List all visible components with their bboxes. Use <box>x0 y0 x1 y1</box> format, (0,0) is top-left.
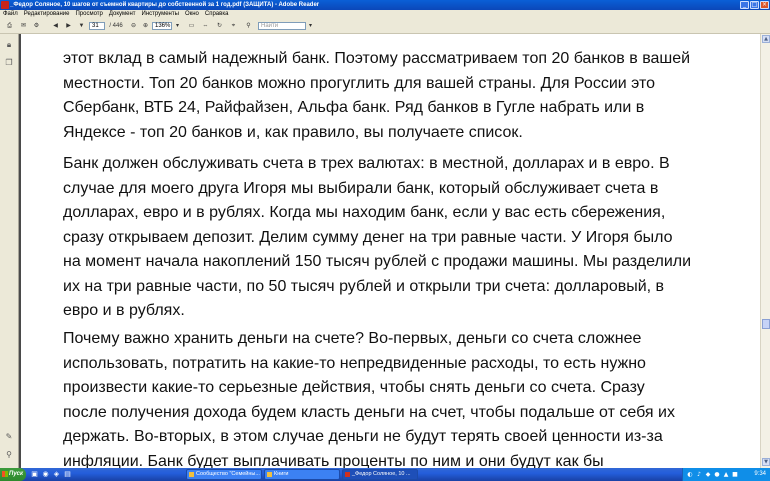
taskbar: Пуск ▣ ◉ ◈ ▤ Сообщество "Семейны... Книг… <box>0 468 770 481</box>
text-line: использовать, потратить на какие-то непр… <box>63 354 646 372</box>
search-dropdown-icon[interactable]: ▾ <box>305 21 316 31</box>
vertical-scrollbar[interactable]: ▲ ▼ <box>760 34 770 468</box>
system-tray: ◐ ♪ ◆ ● ▲ ■ 9:34 <box>682 468 770 481</box>
previous-page-icon[interactable]: ◀ <box>50 21 61 31</box>
print-icon[interactable]: ⎙ <box>4 21 15 31</box>
comments-icon[interactable]: ✎ <box>4 432 14 442</box>
scroll-thumb[interactable] <box>762 319 770 329</box>
next-page-icon[interactable]: ▶ <box>63 21 74 31</box>
taskbar-item[interactable]: Сообщество "Семейны... <box>186 469 262 480</box>
menu-file[interactable]: Файл <box>3 10 18 19</box>
document-view[interactable]: этот вклад в самый надежный банк. Поэтом… <box>21 34 760 468</box>
scroll-up-icon[interactable]: ▲ <box>762 35 770 43</box>
start-button[interactable]: Пуск <box>0 468 26 481</box>
menu-view[interactable]: Просмотр <box>75 10 102 19</box>
text-line: сразу открываем депозит. Делим сумму ден… <box>63 228 673 246</box>
zoom-dropdown-icon[interactable]: ▾ <box>172 21 183 31</box>
text-line: инфляции. Банк будет выплачивать процент… <box>63 452 604 469</box>
tray-language-icon[interactable]: ◆ <box>705 471 711 478</box>
text-line: произвести какие-то серьезные действия, … <box>63 379 645 396</box>
email-icon[interactable]: ✉ <box>18 21 29 31</box>
clock: 9:34 <box>754 471 766 477</box>
text-line: Почему важно хранить деньги на счете? Во… <box>63 330 642 347</box>
zoom-out-icon[interactable]: ⊖ <box>128 21 139 31</box>
select-icon[interactable]: ⌖ <box>228 21 239 31</box>
menu-bar: Файл Редактирование Просмотр Документ Ин… <box>0 10 770 19</box>
folder-icon[interactable]: ▤ <box>63 470 72 479</box>
folder-window-icon <box>267 472 272 477</box>
text-line: местности. Топ 20 банков можно прогуглит… <box>63 74 656 92</box>
pdf-window-icon <box>345 472 350 477</box>
lock-icon[interactable]: 🔒︎ <box>4 40 14 50</box>
text-line: случае для моего друга Игоря мы выбирали… <box>63 179 659 197</box>
menu-edit[interactable]: Редактирование <box>24 10 70 19</box>
maximize-button[interactable]: □ <box>750 1 759 9</box>
taskbar-item[interactable]: Книги <box>264 469 340 480</box>
browser-icon[interactable]: ◉ <box>41 470 50 479</box>
paragraph-3: Почему важно хранить деньги на счете? Во… <box>63 327 733 468</box>
tray-antivirus-icon[interactable]: ● <box>714 471 720 478</box>
menu-help[interactable]: Справка <box>205 10 229 19</box>
paragraph-1: этот вклад в самый надежный банк. Поэтом… <box>63 47 733 145</box>
toolbar: ⎙ ✉ ⚙ ◀ ▶ ▼ 31 / 446 ⊖ ⊕ 136% ▾ ▭ ⇔ ↻ ⌖ … <box>0 19 770 34</box>
search-icon[interactable]: ⚲ <box>243 21 254 31</box>
text-line: этот вклад в самый надежный банк. Поэтом… <box>63 50 691 67</box>
fit-page-icon[interactable]: ▭ <box>186 21 197 31</box>
tray-update-icon[interactable]: ▲ <box>723 471 729 478</box>
menu-tools[interactable]: Инструменты <box>142 10 179 19</box>
scroll-down-icon[interactable]: ▼ <box>762 458 770 466</box>
show-desktop-icon[interactable]: ▣ <box>30 470 39 479</box>
page-down-icon[interactable]: ▼ <box>76 21 87 31</box>
menu-window[interactable]: Окно <box>185 10 199 19</box>
rotate-icon[interactable]: ↻ <box>214 21 225 31</box>
taskbar-item-label: Книги <box>274 471 289 477</box>
title-bar: _Федор Соляное, 10 шагов от съемной квар… <box>0 0 770 10</box>
taskbar-item-active[interactable]: _Федор Соляное, 10 ... <box>342 469 418 480</box>
adobe-reader-icon <box>1 1 9 9</box>
search-input[interactable]: Найти <box>258 22 306 30</box>
paragraph-2: Банк должен обслуживать счета в трех вал… <box>63 152 733 324</box>
close-button[interactable]: × <box>760 1 769 9</box>
zoom-level-select[interactable]: 136% <box>152 22 172 30</box>
page-total: / 446 <box>109 23 123 29</box>
media-icon[interactable]: ◈ <box>52 470 61 479</box>
text-line: после получения дохода будем класть день… <box>63 403 675 421</box>
pages-icon[interactable]: ❐ <box>4 58 14 68</box>
page-number-input[interactable]: 31 <box>89 22 105 30</box>
taskbar-item-label: Сообщество "Семейны... <box>196 471 260 477</box>
text-line: на момент начала накоплений 150 тысяч ру… <box>63 253 692 270</box>
taskbar-item-label: _Федор Соляное, 10 ... <box>352 471 411 477</box>
text-line: долларах, евро и в рублях. Когда мы нахо… <box>63 204 666 221</box>
tray-volume-icon[interactable]: ♪ <box>696 471 702 478</box>
fit-width-icon[interactable]: ⇔ <box>200 21 211 31</box>
text-line: Сбербанк, ВТБ 24, Райфайзен, Альфа банк.… <box>63 99 645 116</box>
tray-security-icon[interactable]: ■ <box>732 471 738 478</box>
text-line: евро и в рублях. <box>63 302 185 319</box>
browser-window-icon <box>189 472 194 477</box>
text-line: держать. Во-вторых, в этом случае деньги… <box>63 428 663 445</box>
text-line: Яндексе - топ 20 банков и, как правило, … <box>63 123 523 141</box>
attachments-icon[interactable]: ⚲ <box>4 450 14 460</box>
tray-network-icon[interactable]: ◐ <box>687 471 693 478</box>
navigation-panel: 🔒︎ ❐ ✎ ⚲ <box>0 34 19 468</box>
window-title: _Федор Соляное, 10 шагов от съемной квар… <box>10 2 320 8</box>
menu-document[interactable]: Документ <box>109 10 136 19</box>
text-line: Банк должен обслуживать счета в трех вал… <box>63 155 670 172</box>
zoom-in-icon[interactable]: ⊕ <box>140 21 151 31</box>
text-line: их на три равные части, по 50 тысяч рубл… <box>63 277 665 295</box>
minimize-button[interactable]: _ <box>740 1 749 9</box>
share-icon[interactable]: ⚙ <box>31 21 42 31</box>
